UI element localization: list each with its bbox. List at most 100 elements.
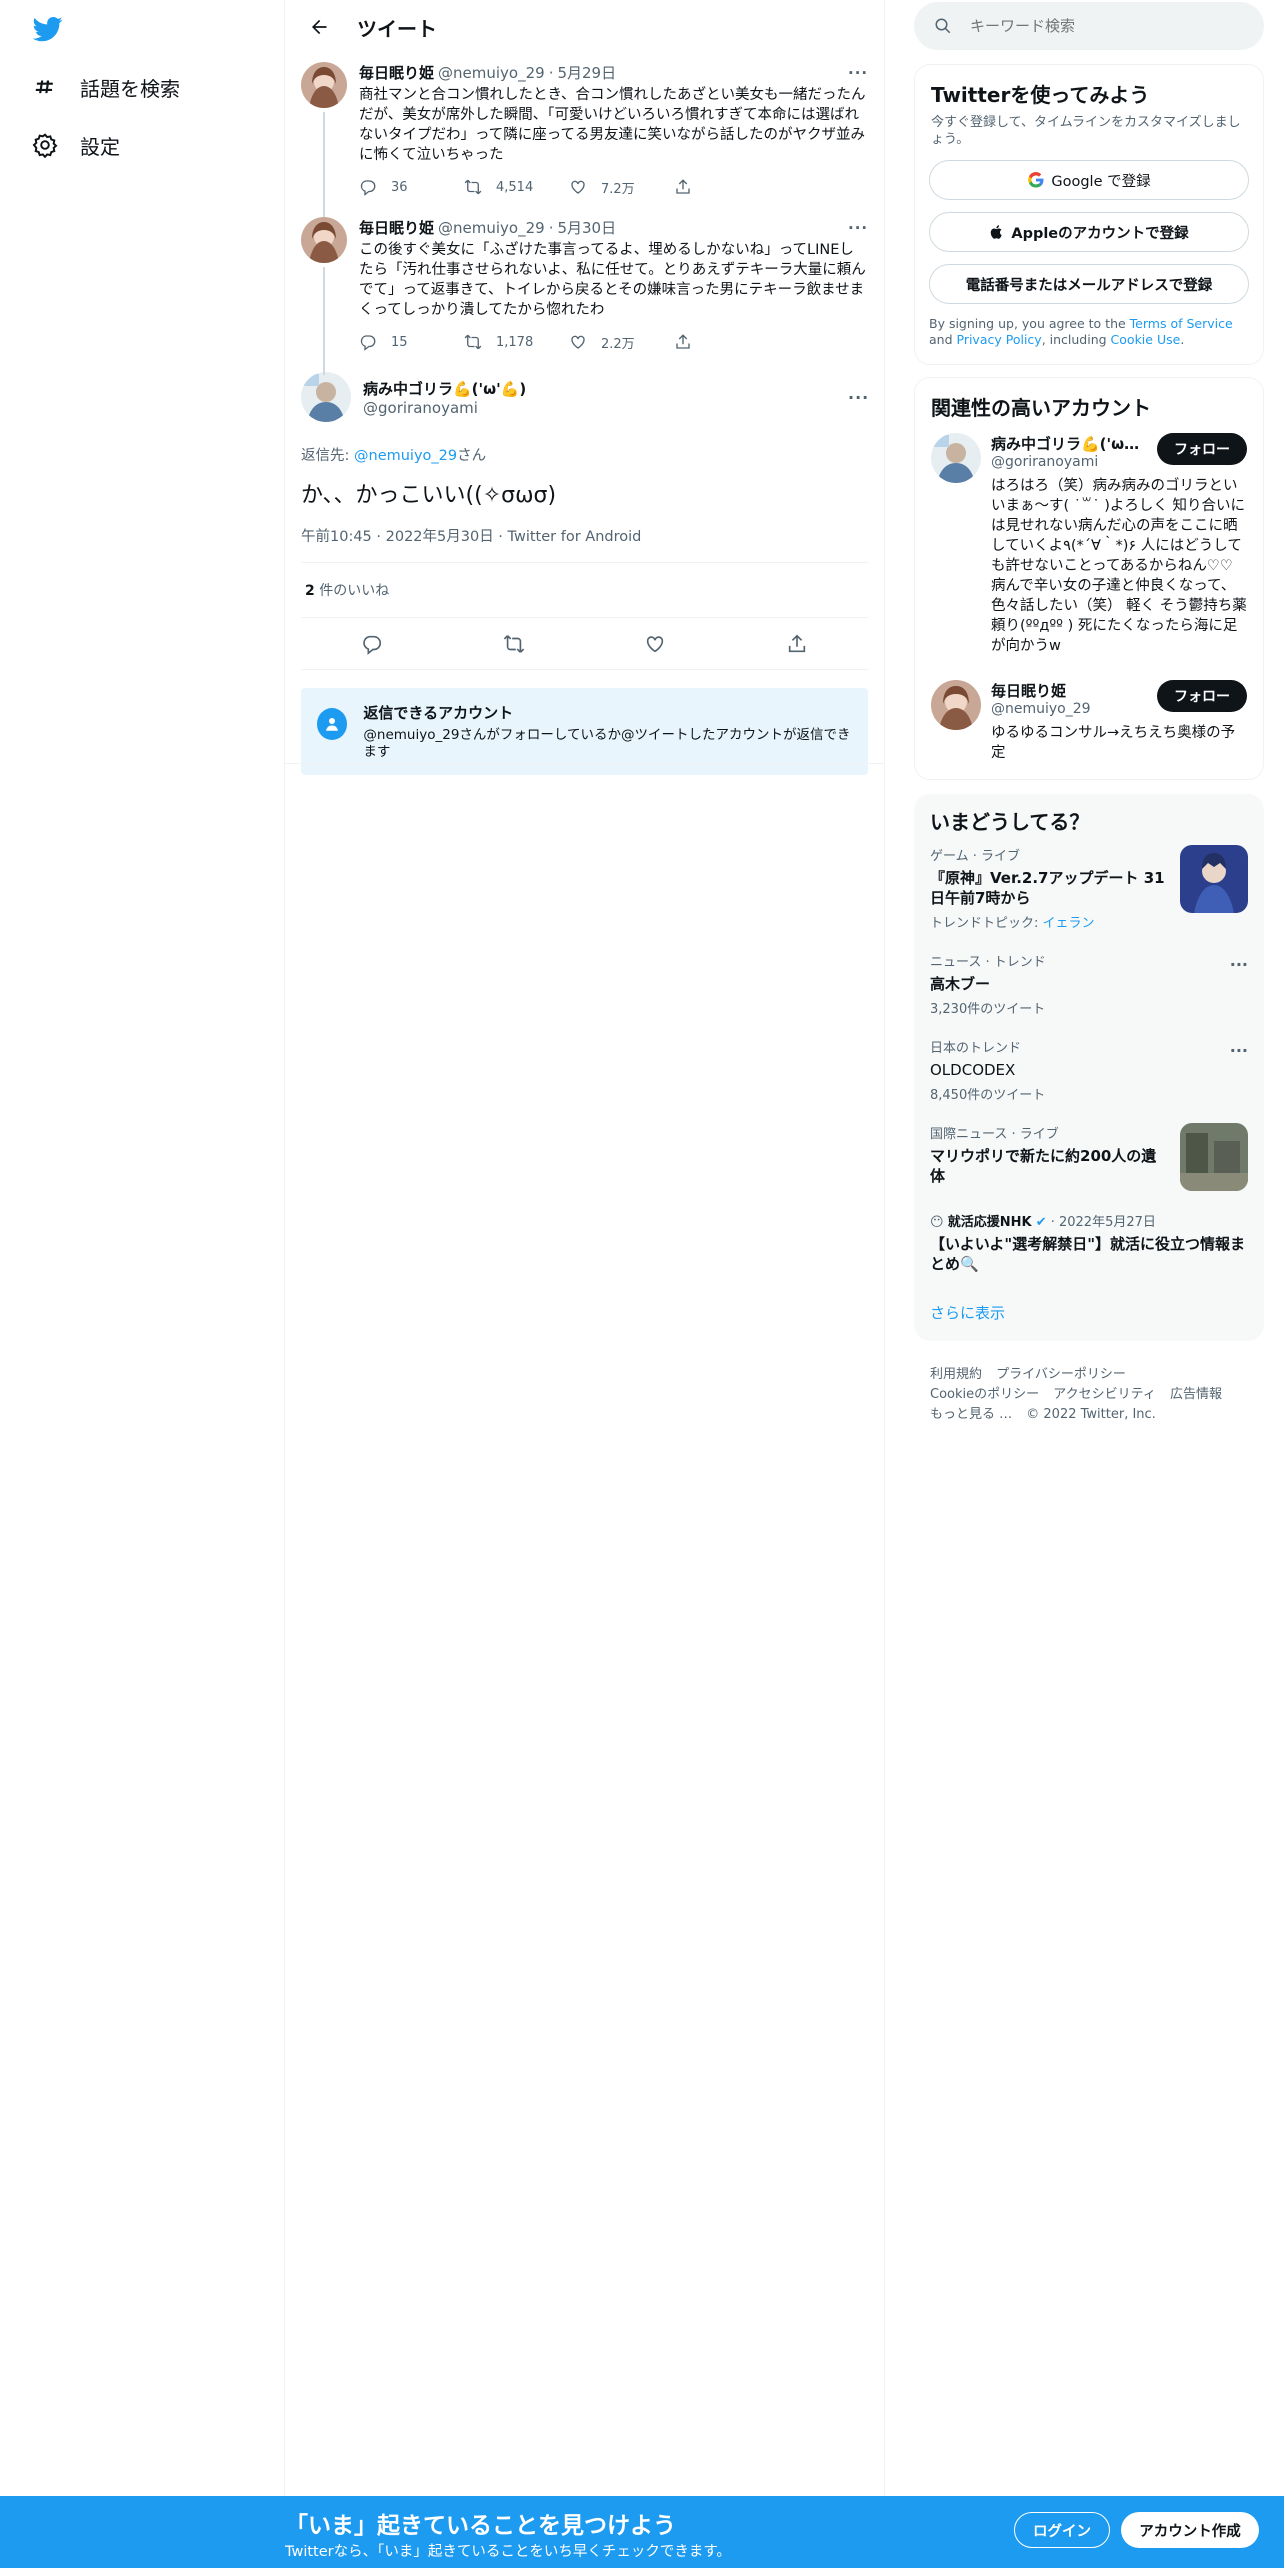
nav-explore-label: 話題を検索 (80, 76, 180, 101)
avatar[interactable] (301, 372, 351, 422)
terms-link[interactable]: Terms of Service (1130, 316, 1233, 331)
thread-line (323, 267, 325, 375)
signup-banner: 「いま」起きていることを見つけよう Twitterなら、「いま」起きていることを… (0, 2496, 1284, 2568)
focused-tweet: 病み中ゴリラ💪('ω'💪) @goriranoyami ··· 返信先: @ne… (285, 364, 884, 775)
reply-to-suffix: さん (457, 448, 487, 464)
google-signup-button[interactable]: Google で登録 (929, 160, 1249, 200)
like-button[interactable]: 7.2万 (569, 178, 674, 197)
phone-signup-label: 電話番号またはメールアドレスで登録 (965, 277, 1213, 294)
apple-signup-button[interactable]: Appleのアカウントで登録 (929, 212, 1249, 252)
avatar[interactable] (301, 217, 347, 263)
phone-email-signup-button[interactable]: 電話番号またはメールアドレスで登録 (929, 264, 1249, 304)
account-name[interactable]: 病み中ゴリラ💪('ω'💪) (991, 433, 1141, 454)
reply-icon[interactable] (361, 633, 383, 655)
signup-subtitle: 今すぐ登録して、タイムラインをカスタマイズしましょう。 (931, 115, 1241, 147)
trend-title: 『原神』Ver.2.7アップデート 31日午前7時から (930, 869, 1165, 907)
footer-terms[interactable]: 利用規約 (930, 1367, 982, 1382)
signup-title: Twitterを使ってみよう (931, 83, 1150, 107)
retweet-button[interactable]: 4,514 (464, 178, 569, 196)
trend-meta-prefix: トレンドトピック: (930, 916, 1043, 931)
trend-item[interactable]: 😶 就活応援NHK ✔ · 2022年5月27日 【いよいよ"選考解禁日"】就活… (914, 1201, 1264, 1284)
author-handle[interactable]: @goriranoyami (363, 399, 526, 417)
likes-summary[interactable]: 2 件のいいね (301, 563, 868, 618)
reply-to-prefix: 返信先: (301, 448, 354, 464)
trend-title: マリウポリで新たに約200人の遺体 (930, 1147, 1157, 1185)
heart-icon (571, 180, 585, 194)
footer-ads[interactable]: 広告情報 (1170, 1387, 1222, 1402)
avatar[interactable] (301, 62, 347, 108)
terms-prefix: By signing up, you agree to the (929, 316, 1130, 331)
tweet-date[interactable]: 5月29日 (557, 62, 616, 83)
twitter-logo-icon[interactable] (32, 14, 64, 44)
heart-icon[interactable] (644, 633, 666, 655)
share-icon (676, 334, 690, 349)
more-icon[interactable]: ··· (1230, 955, 1248, 974)
author-name[interactable]: 病み中ゴリラ💪('ω'💪) (363, 378, 526, 399)
trend-item[interactable]: 国際ニュース · ライブ マリウポリで新たに約200人の遺体 (914, 1113, 1264, 1201)
back-button[interactable] (301, 9, 337, 45)
account-handle[interactable]: @goriranoyami (991, 454, 1141, 470)
trend-item[interactable]: ニュース · トレンド 高木ブー 3,230件のツイート ··· (914, 941, 1264, 1027)
trend-item[interactable]: 日本のトレンド OLDCODEX 8,450件のツイート ··· (914, 1027, 1264, 1113)
more-icon[interactable]: ··· (848, 64, 868, 82)
author-name[interactable]: 毎日眠り姫 (359, 62, 434, 83)
trend-topic-link[interactable]: イェラン (1043, 916, 1095, 931)
account-handle[interactable]: @nemuiyo_29 (991, 701, 1141, 717)
cookie-link[interactable]: Cookie Use (1111, 332, 1181, 347)
google-icon (1028, 172, 1044, 188)
apple-signup-label: Appleのアカウントで登録 (1011, 225, 1189, 242)
more-icon[interactable]: ··· (1230, 1041, 1248, 1060)
like-total-label: 件のいいね (314, 583, 390, 599)
login-button[interactable]: ログイン (1014, 2512, 1110, 2548)
divider (285, 763, 885, 764)
promoter-name: 就活応援NHK (947, 1215, 1032, 1230)
avatar[interactable] (931, 680, 981, 730)
terms-and: and (929, 332, 957, 347)
like-count: 7.2万 (601, 181, 635, 197)
share-button[interactable] (674, 178, 779, 196)
thread-tweet[interactable]: 毎日眠り姫 @nemuiyo_29 · 5月29日 ··· 商社マンと合コン慣れ… (285, 54, 884, 220)
footer-privacy[interactable]: プライバシーポリシー (996, 1367, 1126, 1382)
share-icon[interactable] (786, 633, 808, 655)
search-box[interactable] (914, 2, 1264, 50)
reply-button[interactable]: 15 (359, 333, 464, 351)
more-icon[interactable]: ··· (848, 219, 868, 237)
author-name[interactable]: 毎日眠り姫 (359, 217, 434, 238)
author-handle[interactable]: @nemuiyo_29 (438, 219, 545, 237)
account-name[interactable]: 毎日眠り姫 (991, 680, 1141, 701)
page-title: ツイート (357, 16, 437, 41)
like-button[interactable]: 2.2万 (569, 333, 674, 352)
more-icon[interactable]: ··· (848, 388, 868, 407)
tweet-timestamp[interactable]: 午前10:45 · 2022年5月30日 · Twitter for Andro… (301, 525, 868, 563)
separator: · (548, 63, 554, 82)
trend-item[interactable]: ゲーム · ライブ 『原神』Ver.2.7アップデート 31日午前7時から トレ… (914, 835, 1264, 941)
show-more-link[interactable]: さらに表示 (914, 1284, 1264, 1341)
reply-to-link[interactable]: @nemuiyo_29 (354, 448, 457, 464)
retweet-icon[interactable] (503, 633, 525, 655)
hashtag-icon (35, 80, 53, 94)
trend-title: 【いよいよ"選考解禁日"】就活に役立つ情報まとめ🔍 (930, 1235, 1246, 1273)
relevant-title: 関連性の高いアカウント (931, 396, 1151, 420)
nav-settings[interactable]: 設定 (32, 121, 120, 169)
retweet-button[interactable]: 1,178 (464, 333, 569, 351)
heart-icon (571, 335, 585, 349)
footer-accessibility[interactable]: アクセシビリティ (1053, 1387, 1156, 1402)
account-item[interactable]: 毎日眠り姫 @nemuiyo_29 フォロー ゆるゆるコンサル→えちえち奥様の予… (915, 668, 1263, 779)
thread-tweet[interactable]: 毎日眠り姫 @nemuiyo_29 · 5月30日 ··· この後すぐ美女に「ふ… (285, 209, 884, 375)
follow-button[interactable]: フォロー (1157, 433, 1247, 465)
footer-more[interactable]: もっと見る … (930, 1407, 1012, 1422)
author-handle[interactable]: @nemuiyo_29 (438, 64, 545, 82)
tweet-date[interactable]: 5月30日 (557, 217, 616, 238)
share-button[interactable] (674, 333, 779, 351)
reply-button[interactable]: 36 (359, 178, 464, 196)
nav-explore[interactable]: 話題を検索 (32, 63, 180, 111)
avatar[interactable] (931, 433, 981, 483)
privacy-link[interactable]: Privacy Policy (957, 332, 1042, 347)
search-input[interactable] (970, 17, 1210, 35)
right-sidebar: Twitterを使ってみよう 今すぐ登録して、タイムラインをカスタマイズしましょ… (914, 0, 1264, 1425)
page-header: ツイート (285, 0, 884, 54)
footer-cookie[interactable]: Cookieのポリシー (930, 1387, 1039, 1402)
signup-button[interactable]: アカウント作成 (1121, 2512, 1259, 2548)
account-item[interactable]: 病み中ゴリラ💪('ω'💪) @goriranoyami フォロー はろはろ（笑）… (915, 421, 1263, 668)
follow-button[interactable]: フォロー (1157, 680, 1247, 712)
